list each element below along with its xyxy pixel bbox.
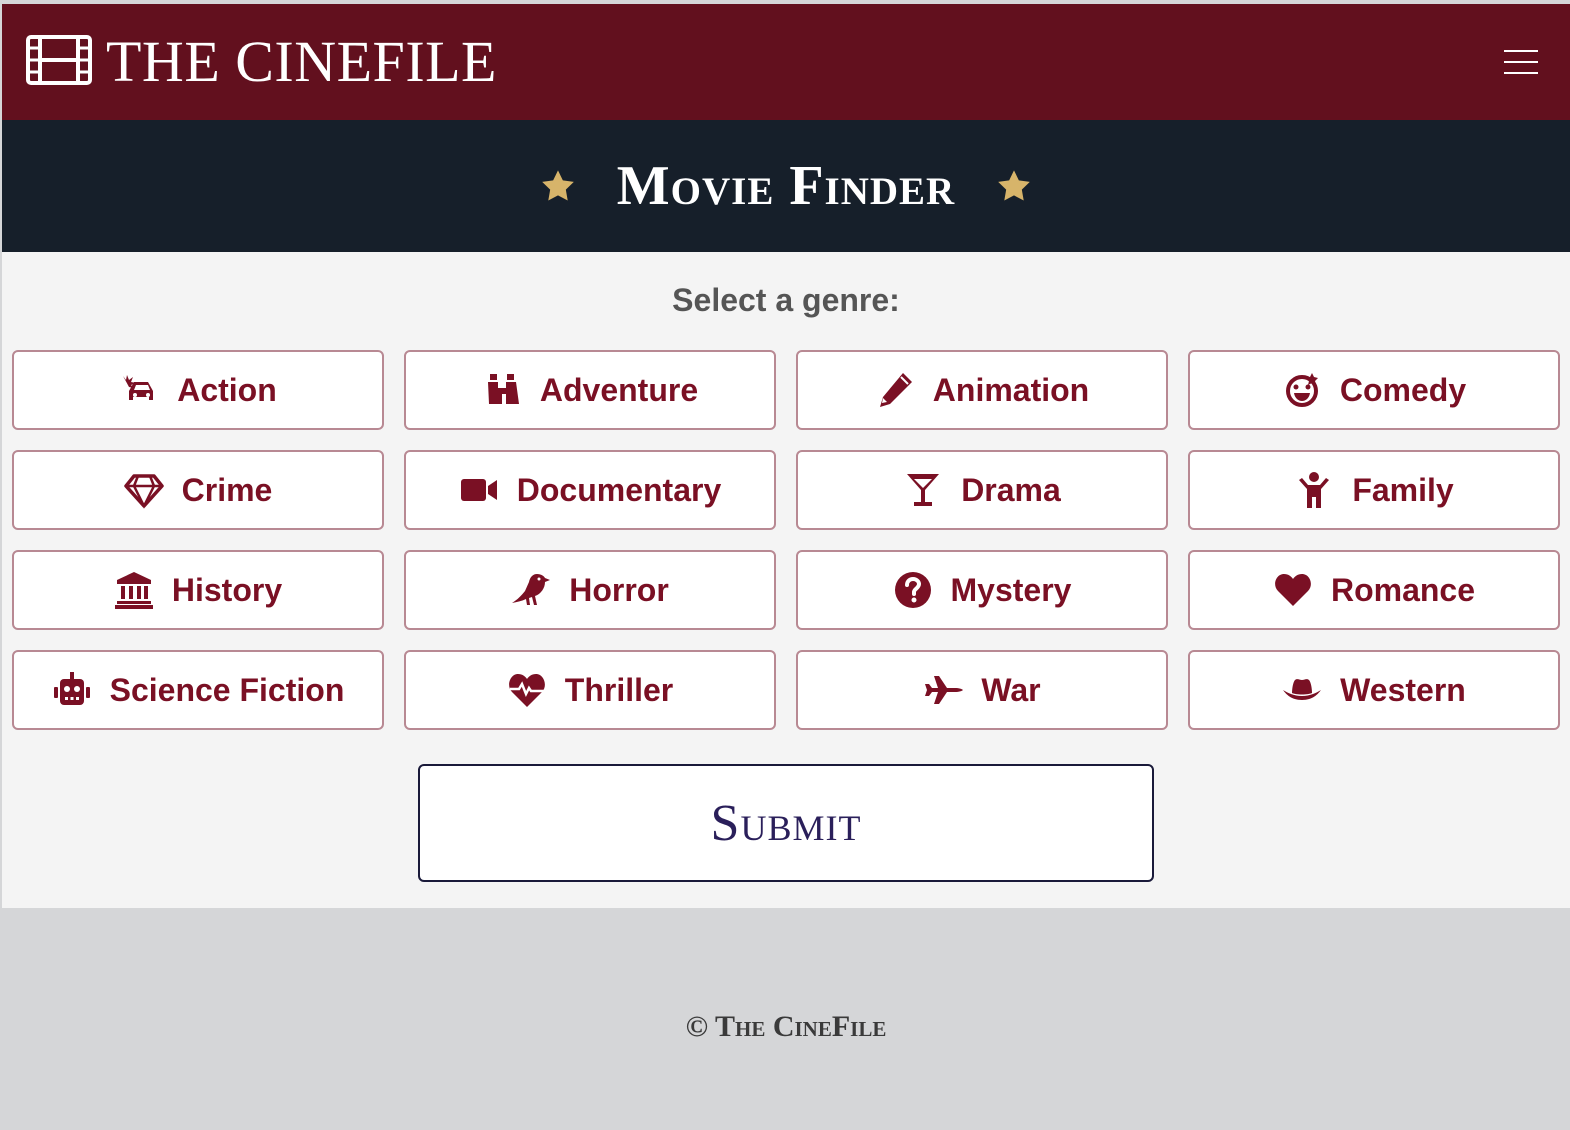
genre-button-comedy[interactable]: Comedy	[1188, 350, 1560, 430]
martini-glass-icon	[907, 474, 940, 506]
car-crash-icon	[123, 375, 154, 400]
pencil-icon	[879, 373, 912, 407]
video-camera-icon	[460, 479, 497, 501]
robot-icon	[53, 672, 90, 705]
genre-label: Adventure	[539, 371, 699, 408]
top-navbar: THE CINEFILE	[2, 4, 1570, 120]
genre-button-family[interactable]: Family	[1188, 450, 1560, 530]
star-icon	[998, 170, 1031, 201]
genre-button-adventure[interactable]: Adventure	[404, 350, 776, 430]
page-title: Movie Finder	[616, 155, 956, 217]
genre-label: Crime	[181, 471, 273, 508]
genre-label: Romance	[1330, 571, 1476, 608]
genre-label: Family	[1352, 471, 1454, 508]
heart-pulse-icon	[508, 674, 545, 707]
star-icon	[541, 170, 574, 201]
genre-form: Select a genre: Action Adventure Animati…	[2, 252, 1570, 908]
genre-label: Comedy	[1339, 371, 1467, 408]
gem-icon	[123, 474, 164, 509]
brand-link[interactable]: THE CINEFILE	[26, 33, 497, 91]
genre-button-science-fiction[interactable]: Science Fiction	[12, 650, 384, 730]
film-icon	[26, 34, 92, 90]
genre-label: Western	[1340, 671, 1466, 708]
fighter-jet-icon	[925, 676, 964, 704]
heart-icon	[1275, 574, 1311, 606]
page: THE CINEFILE Movie Finder Select a genre…	[2, 4, 1570, 1130]
submit-button[interactable]: Submit	[418, 764, 1154, 882]
genre-button-romance[interactable]: Romance	[1188, 550, 1560, 630]
genre-label: Drama	[961, 471, 1061, 508]
genre-grid: Action Adventure Animation Comedy Crime	[12, 350, 1560, 730]
genre-label: War	[981, 671, 1041, 708]
binoculars-icon	[487, 374, 519, 404]
genre-label: Documentary	[516, 471, 722, 508]
crow-icon	[512, 574, 551, 605]
footer: © The CineFile	[2, 908, 1570, 1130]
genre-button-thriller[interactable]: Thriller	[404, 650, 776, 730]
landmark-icon	[114, 572, 153, 609]
genre-label: Thriller	[564, 671, 674, 708]
genre-button-history[interactable]: History	[12, 550, 384, 630]
genre-label: Horror	[569, 571, 669, 608]
genre-label: Animation	[932, 371, 1090, 408]
brand-name: THE CINEFILE	[106, 29, 497, 94]
genre-button-drama[interactable]: Drama	[796, 450, 1168, 530]
genre-label: Action	[177, 371, 277, 408]
genre-button-animation[interactable]: Animation	[796, 350, 1168, 430]
genre-button-horror[interactable]: Horror	[404, 550, 776, 630]
genre-label: Mystery	[950, 571, 1072, 608]
hamburger-menu-icon[interactable]	[1504, 50, 1538, 74]
laughing-face-icon	[1285, 373, 1318, 407]
cowboy-hat-icon	[1283, 679, 1322, 700]
genre-button-mystery[interactable]: Mystery	[796, 550, 1168, 630]
genre-button-war[interactable]: War	[796, 650, 1168, 730]
genre-label: History	[171, 571, 283, 608]
genre-button-action[interactable]: Action	[12, 350, 384, 430]
genre-button-crime[interactable]: Crime	[12, 450, 384, 530]
child-icon	[1299, 472, 1330, 508]
page-banner: Movie Finder	[2, 120, 1570, 252]
footer-copyright: © The CineFile	[685, 1010, 887, 1043]
genre-label: Science Fiction	[109, 671, 345, 708]
question-circle-icon	[894, 572, 931, 608]
genre-prompt: Select a genre:	[672, 282, 900, 318]
genre-button-documentary[interactable]: Documentary	[404, 450, 776, 530]
genre-button-western[interactable]: Western	[1188, 650, 1560, 730]
